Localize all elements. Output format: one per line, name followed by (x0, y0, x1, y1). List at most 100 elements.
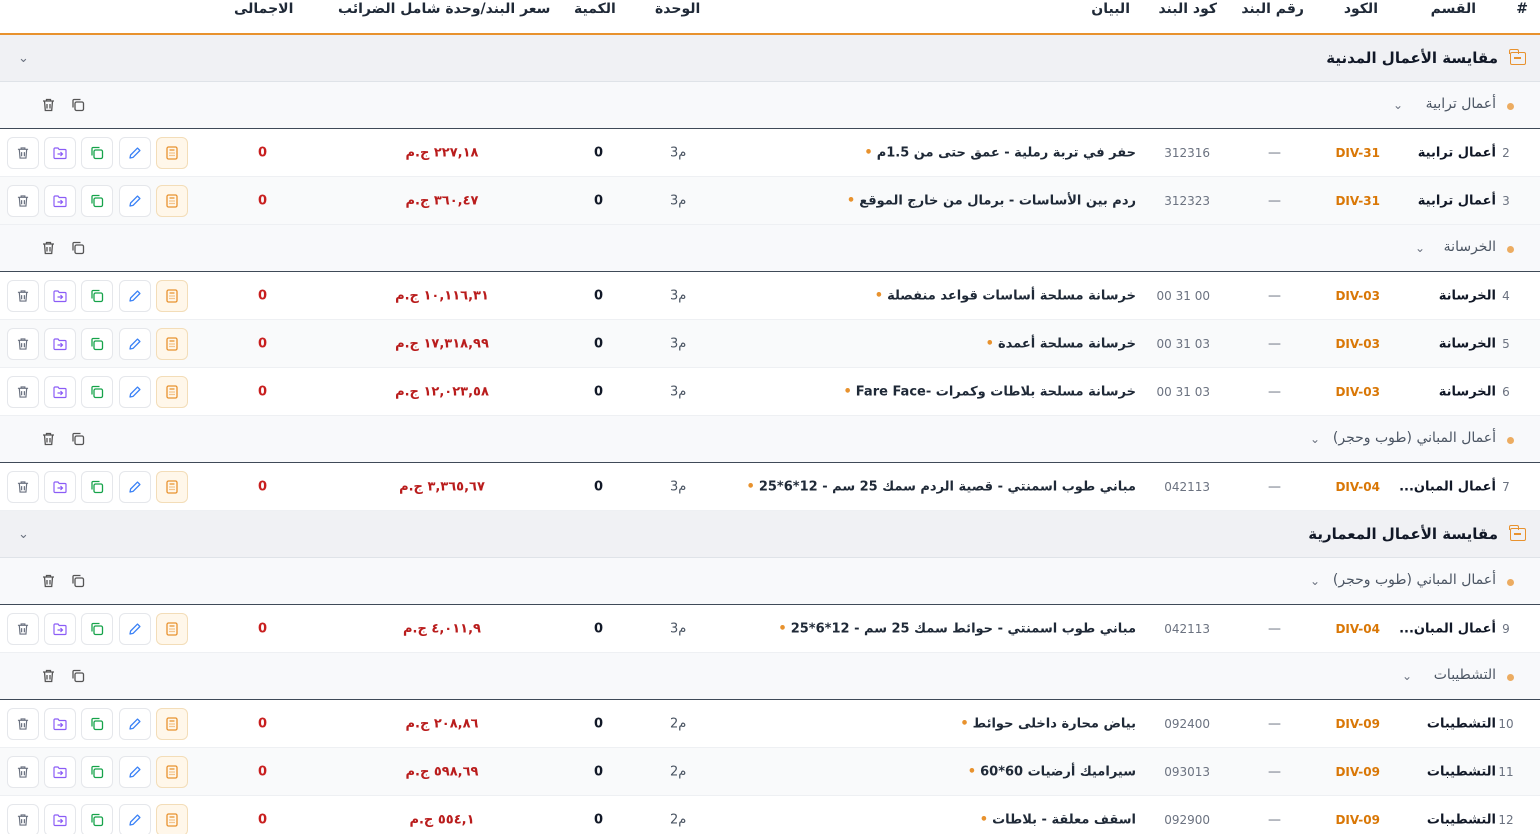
move-button[interactable] (44, 279, 76, 312)
section-architectural-works[interactable]: مقايسة الأعمال المعمارية ⌄ (0, 511, 1540, 558)
duplicate-button[interactable] (81, 184, 113, 217)
chevron-down-icon[interactable]: ⌄ (1415, 241, 1425, 255)
calculator-button[interactable] (156, 136, 188, 169)
header-description: البيان (1091, 1, 1130, 17)
calculator-button[interactable] (156, 612, 188, 645)
delete-button[interactable] (7, 375, 39, 408)
copy-icon[interactable] (71, 241, 85, 255)
chevron-down-icon[interactable]: ⌄ (1310, 574, 1320, 588)
delete-button[interactable] (7, 184, 39, 217)
delete-button[interactable] (7, 755, 39, 788)
group-finishes[interactable]: التشطيبات ⌄ (0, 653, 1540, 700)
row-division: أعمال ترابية (1417, 193, 1496, 208)
duplicate-button[interactable] (81, 327, 113, 360)
delete-button[interactable] (7, 279, 39, 312)
duplicate-button[interactable] (81, 375, 113, 408)
calculator-button[interactable] (156, 375, 188, 408)
copy-icon[interactable] (71, 432, 85, 446)
table-header: # القسم الكود رقم البند كود البند البيان… (0, 0, 1540, 35)
move-button[interactable] (44, 707, 76, 740)
move-button[interactable] (44, 803, 76, 834)
group-masonry[interactable]: أعمال المباني (طوب وحجر) ⌄ (0, 416, 1540, 463)
move-button[interactable] (44, 184, 76, 217)
edit-button[interactable] (119, 707, 151, 740)
chevron-down-icon[interactable]: ⌄ (1402, 669, 1412, 683)
delete-button[interactable] (7, 327, 39, 360)
edit-button[interactable] (119, 612, 151, 645)
chevron-down-icon[interactable]: ⌄ (18, 527, 29, 542)
trash-icon[interactable] (42, 241, 55, 255)
edit-button[interactable] (119, 375, 151, 408)
duplicate-button[interactable] (81, 279, 113, 312)
edit-button[interactable] (119, 136, 151, 169)
row-item-code: 00 31 00 (1156, 288, 1211, 303)
copy-icon (90, 717, 104, 731)
calculator-button[interactable] (156, 707, 188, 740)
duplicate-button[interactable] (81, 803, 113, 834)
move-button[interactable] (44, 612, 76, 645)
calculator-button[interactable] (156, 803, 188, 834)
group-earthworks[interactable]: أعمال ترابية ⌄ (0, 82, 1540, 129)
move-icon (53, 194, 67, 207)
table-row[interactable]: 2 أعمال ترابية DIV-31 — 312316 حفر في تر… (0, 129, 1540, 177)
table-row[interactable]: 9 أعمال المبان... DIV-04 — 042113 مباني … (0, 605, 1540, 653)
trash-icon[interactable] (42, 432, 55, 446)
calculator-button[interactable] (156, 184, 188, 217)
calculator-button[interactable] (156, 470, 188, 503)
chevron-down-icon[interactable]: ⌄ (1310, 432, 1320, 446)
row-code: DIV-03 (1335, 384, 1380, 399)
row-code: DIV-09 (1335, 764, 1380, 779)
header-unit: الوحدة (655, 1, 701, 17)
delete-button[interactable] (7, 707, 39, 740)
table-row[interactable]: 7 أعمال المبان... DIV-04 — 042113 مباني … (0, 463, 1540, 511)
copy-icon[interactable] (71, 669, 85, 683)
edit-button[interactable] (119, 470, 151, 503)
calculator-button[interactable] (156, 755, 188, 788)
delete-button[interactable] (7, 803, 39, 834)
delete-button[interactable] (7, 136, 39, 169)
edit-button[interactable] (119, 803, 151, 834)
table-row[interactable]: 5 الخرسانة DIV-03 — 03 31 00 خرسانة مسلح… (0, 320, 1540, 368)
trash-icon[interactable] (42, 669, 55, 683)
table-row[interactable]: 10 التشطيبات DIV-09 — 092400 بياض محارة … (0, 700, 1540, 748)
edit-button[interactable] (119, 327, 151, 360)
edit-button[interactable] (119, 755, 151, 788)
copy-icon[interactable] (71, 98, 85, 112)
table-row[interactable]: 11 التشطيبات DIV-09 — 093013 سيراميك أرض… (0, 748, 1540, 796)
table-row[interactable]: 12 التشطيبات DIV-09 — 092900 اسقف معلقة … (0, 796, 1540, 834)
duplicate-button[interactable] (81, 707, 113, 740)
section-civil-works[interactable]: مقايسة الأعمال المدنية ⌄ (0, 35, 1540, 82)
row-description: خرسانة مسلحة أعمدة (986, 336, 1136, 351)
trash-icon[interactable] (42, 574, 55, 588)
calculator-button[interactable] (156, 279, 188, 312)
table-row[interactable]: 4 الخرسانة DIV-03 — 00 31 00 خرسانة مسلح… (0, 272, 1540, 320)
edit-button[interactable] (119, 184, 151, 217)
duplicate-button[interactable] (81, 755, 113, 788)
table-row[interactable]: 3 أعمال ترابية DIV-31 — 312323 ردم بين ا… (0, 177, 1540, 225)
move-button[interactable] (44, 327, 76, 360)
chevron-down-icon[interactable]: ⌄ (18, 51, 29, 66)
row-division: أعمال المبان... (1399, 479, 1496, 494)
move-button[interactable] (44, 755, 76, 788)
trash-icon[interactable] (42, 98, 55, 112)
duplicate-button[interactable] (81, 136, 113, 169)
group-masonry[interactable]: أعمال المباني (طوب وحجر) ⌄ (0, 558, 1540, 605)
group-concrete[interactable]: الخرسانة ⌄ (0, 225, 1540, 272)
calculator-button[interactable] (156, 327, 188, 360)
delete-button[interactable] (7, 470, 39, 503)
group-dot (1507, 437, 1514, 444)
delete-button[interactable] (7, 612, 39, 645)
duplicate-button[interactable] (81, 470, 113, 503)
move-button[interactable] (44, 136, 76, 169)
edit-icon (128, 337, 142, 351)
row-division: أعمال ترابية (1417, 145, 1496, 160)
edit-button[interactable] (119, 279, 151, 312)
table-row[interactable]: 6 الخرسانة DIV-03 — 03 31 00 خرسانة مسلح… (0, 368, 1540, 416)
chevron-down-icon[interactable]: ⌄ (1393, 98, 1403, 112)
move-button[interactable] (44, 470, 76, 503)
move-button[interactable] (44, 375, 76, 408)
duplicate-button[interactable] (81, 612, 113, 645)
row-item-code: 312316 (1164, 145, 1210, 160)
row-total: 0 (258, 812, 268, 827)
copy-icon[interactable] (71, 574, 85, 588)
